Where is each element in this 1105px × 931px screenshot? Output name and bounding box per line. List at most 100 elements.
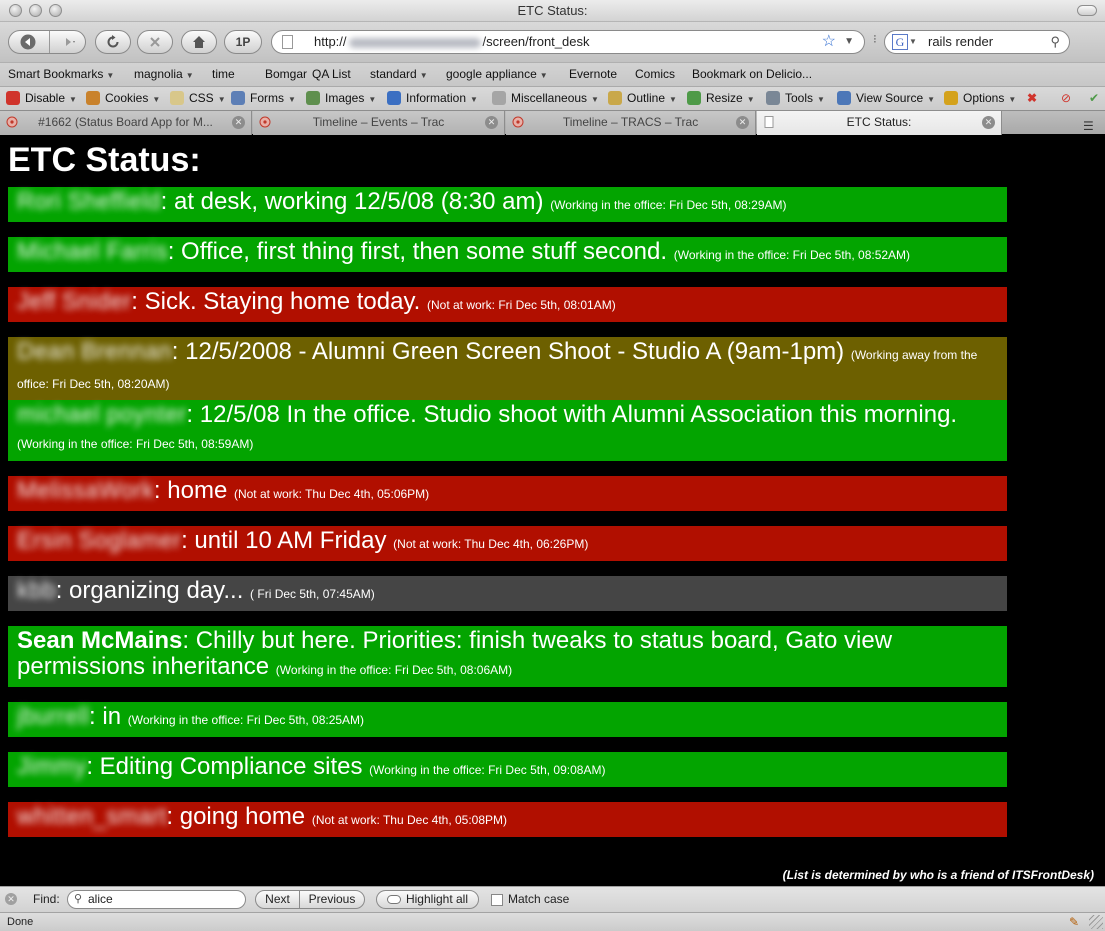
back-forward-group xyxy=(8,30,86,54)
highlight-all-button[interactable]: Highlight all xyxy=(376,890,479,909)
status-timestamp: (Not at work: Thu Dec 4th, 06:26PM) xyxy=(393,537,589,551)
google-search-engine-icon[interactable]: G xyxy=(892,34,908,50)
minimize-window-button[interactable] xyxy=(29,4,42,17)
page-content: ETC Status: Rori Sheffield: at desk, wor… xyxy=(0,135,1105,886)
find-previous-button[interactable]: Previous xyxy=(299,890,365,909)
close-tab-icon[interactable]: ✕ xyxy=(485,116,498,129)
highlight-toggle-icon xyxy=(386,895,401,904)
devtool-menu-disable[interactable]: Disable ▼ xyxy=(6,87,77,111)
browser-tab[interactable]: Timeline – TRACS – Trac ✕ xyxy=(506,111,756,135)
status-person-name: MelissaWork xyxy=(17,477,154,504)
tab-list-icon[interactable]: ☰ xyxy=(1083,115,1099,133)
page-icon xyxy=(764,116,774,128)
address-bar[interactable]: http:// /screen/front_desk ☆ ▼ xyxy=(271,30,865,54)
bookmark-item[interactable]: Evernote xyxy=(569,63,617,85)
devtool-menu-resize[interactable]: Resize ▼ xyxy=(687,87,755,111)
search-bar[interactable]: G ▼ rails render ⚲ xyxy=(884,30,1070,54)
url-text[interactable]: http:// /screen/front_desk xyxy=(314,31,589,53)
devtool-menu-forms[interactable]: Forms ▼ xyxy=(231,87,296,111)
match-case-checkbox[interactable] xyxy=(491,894,503,906)
close-window-button[interactable] xyxy=(9,4,22,17)
devtool-menu-options[interactable]: Options ▼ xyxy=(944,87,1016,111)
devtool-menu-cookies[interactable]: Cookies ▼ xyxy=(86,87,160,111)
status-timestamp: ( Fri Dec 5th, 07:45AM) xyxy=(250,587,375,601)
close-tab-icon[interactable]: ✕ xyxy=(982,116,995,129)
resize-grip-icon[interactable] xyxy=(1089,915,1103,929)
status-row: michael poynter: 12/5/08 In the office. … xyxy=(8,400,1007,461)
browser-tab[interactable]: ETC Status: ✕ xyxy=(757,111,1002,135)
devtool-label: Options xyxy=(963,91,1005,105)
bookmark-label: Smart Bookmarks xyxy=(8,67,104,81)
bookmark-label: magnolia xyxy=(134,67,183,81)
search-engine-dropdown-icon[interactable]: ▼ xyxy=(909,31,917,53)
search-input[interactable]: rails render xyxy=(928,31,993,53)
back-arrow-icon xyxy=(20,34,36,50)
bookmark-item[interactable]: QA List xyxy=(312,63,351,85)
find-input[interactable]: ⚲ alice xyxy=(67,890,246,909)
close-find-bar-icon[interactable]: ✕ xyxy=(5,893,17,905)
devtool-menu-information[interactable]: Information ▼ xyxy=(387,87,478,111)
devtool-menu-images[interactable]: Images ▼ xyxy=(306,87,376,111)
reload-button[interactable] xyxy=(95,30,131,54)
status-timestamp: (Not at work: Fri Dec 5th, 08:01AM) xyxy=(427,298,616,312)
status-message: : organizing day... xyxy=(55,577,244,604)
trac-favicon-icon xyxy=(512,116,524,128)
bookmark-item[interactable]: Comics xyxy=(635,63,675,85)
status-row: Jeff Snider: Sick. Staying home today. (… xyxy=(8,287,1007,322)
browser-tab[interactable]: #1662 (Status Board App for M... ✕ xyxy=(0,111,252,135)
status-row: kbb: organizing day... ( Fri Dec 5th, 07… xyxy=(8,576,1007,611)
find-next-button[interactable]: Next xyxy=(255,890,300,909)
status-row: Michael Farris: Office, first thing firs… xyxy=(8,237,1007,272)
status-message: : home xyxy=(153,477,228,504)
status-ok-icon[interactable]: ✔ xyxy=(1089,87,1099,109)
close-toolbar-icon[interactable]: ✖ xyxy=(1027,87,1037,109)
zoom-window-button[interactable] xyxy=(49,4,62,17)
status-person-name: Michael Farris xyxy=(17,238,168,265)
bookmarks-toolbar: Smart Bookmarks ▼ magnolia ▼ time Bomgar QA Li… xyxy=(0,62,1105,86)
bookmark-star-icon[interactable]: ☆ xyxy=(822,31,836,53)
browser-tab[interactable]: Timeline – Events – Trac ✕ xyxy=(253,111,505,135)
view-source-icon xyxy=(837,91,851,105)
bookmark-item[interactable]: magnolia ▼ xyxy=(134,63,194,87)
match-case-label: Match case xyxy=(508,892,570,906)
find-input-value[interactable]: alice xyxy=(88,891,113,908)
devtool-menu-view-source[interactable]: View Source ▼ xyxy=(837,87,935,111)
tab-label: Timeline – TRACS – Trac xyxy=(562,115,699,129)
status-person-name: Rori Sheffield xyxy=(17,188,161,215)
bookmark-item[interactable]: Smart Bookmarks ▼ xyxy=(8,63,114,87)
bookmark-item[interactable]: standard ▼ xyxy=(370,63,428,87)
search-magnifier-icon[interactable]: ⚲ xyxy=(1050,31,1060,53)
close-tab-icon[interactable]: ✕ xyxy=(232,116,245,129)
devtool-menu-tools[interactable]: Tools ▼ xyxy=(766,87,825,111)
bookmark-item[interactable]: time xyxy=(212,63,235,85)
stop-button[interactable] xyxy=(137,30,173,54)
status-row: Dean Brennan: 12/5/2008 - Alumni Green S… xyxy=(8,337,1007,401)
close-tab-icon[interactable]: ✕ xyxy=(736,116,749,129)
devtool-menu-miscellaneous[interactable]: Miscellaneous ▼ xyxy=(492,87,599,111)
addon-icon[interactable]: ✎ xyxy=(1069,915,1083,929)
url-host-redacted xyxy=(348,37,481,48)
forward-button[interactable] xyxy=(49,31,87,53)
url-history-dropdown-icon[interactable]: ▼ xyxy=(844,31,854,53)
tab-bar: ☰ #1662 (Status Board App for M... ✕ Timel… xyxy=(0,110,1105,135)
bookmark-label: time xyxy=(212,67,235,81)
home-button[interactable] xyxy=(181,30,217,54)
chevron-down-icon: ▼ xyxy=(817,95,825,104)
find-magnifier-icon: ⚲ xyxy=(74,893,83,905)
bookmark-label: Bomgar xyxy=(265,67,308,81)
bookmark-item[interactable]: Bookmark on Delicio... xyxy=(692,63,812,85)
error-console-icon[interactable]: ⊘ xyxy=(1061,87,1071,109)
devtool-menu-css[interactable]: CSS ▼ xyxy=(170,87,226,111)
bookmark-item[interactable]: Bomgar xyxy=(265,63,307,85)
back-button[interactable] xyxy=(9,31,47,53)
bookmark-item[interactable]: google appliance ▼ xyxy=(446,63,548,87)
devtool-menu-outline[interactable]: Outline ▼ xyxy=(608,87,677,111)
friend-list-footnote: (List is determined by who is a friend o… xyxy=(782,868,1094,882)
toolbar-toggle-button[interactable] xyxy=(1077,5,1097,16)
chevron-down-icon: ▼ xyxy=(746,95,755,104)
onepassword-button[interactable]: 1P xyxy=(224,30,262,54)
chevron-down-icon: ▼ xyxy=(368,95,377,104)
images-icon xyxy=(306,91,320,105)
chevron-down-icon: ▼ xyxy=(217,95,226,104)
status-person-name: kbb xyxy=(17,577,56,604)
